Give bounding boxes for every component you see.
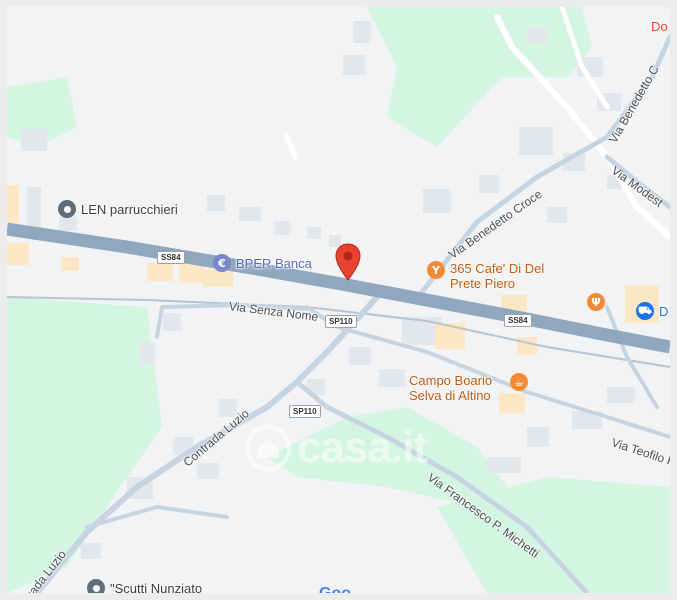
commercial-building bbox=[7, 185, 19, 223]
building bbox=[487, 457, 521, 473]
commercial-building bbox=[147, 263, 173, 281]
building bbox=[59, 217, 77, 231]
building bbox=[139, 343, 155, 365]
poi-scutti-nunziato[interactable]: "Scutti Nunziato bbox=[87, 579, 203, 596]
building bbox=[607, 387, 635, 403]
building bbox=[27, 187, 41, 227]
poi-restaurant[interactable]: Ψ bbox=[587, 293, 605, 311]
building bbox=[519, 127, 553, 155]
building bbox=[81, 543, 101, 559]
commercial-building bbox=[517, 337, 537, 355]
poi-bper-banca[interactable]: € BPER Banca bbox=[213, 254, 312, 272]
road-shield-ss84: SS84 bbox=[504, 314, 532, 327]
shopping-cart-icon: ⛟ bbox=[636, 302, 654, 320]
building bbox=[343, 55, 365, 75]
building bbox=[479, 175, 499, 193]
poi-shop[interactable]: ⛟ D bbox=[636, 302, 668, 320]
poi-label: 365 Cafe' Di Del Prete Piero bbox=[450, 261, 545, 291]
road-shield-sp110: SP110 bbox=[289, 405, 321, 418]
map-canvas[interactable] bbox=[7, 7, 670, 593]
building bbox=[547, 207, 567, 223]
road-shield-sp110: SP110 bbox=[325, 315, 357, 328]
building bbox=[379, 369, 405, 387]
building bbox=[527, 27, 547, 43]
building bbox=[239, 207, 261, 221]
map-viewport[interactable]: LEN parrucchieri € BPER Banca Y 365 Cafe… bbox=[0, 0, 677, 600]
euro-icon: € bbox=[213, 254, 231, 272]
poi-campo-boario[interactable]: ☕ Campo Boario Selva di Altino bbox=[409, 373, 528, 403]
poi-label: Campo Boario Selva di Altino bbox=[409, 373, 493, 403]
building bbox=[349, 347, 371, 365]
poi-label-partial-top-right: Do bbox=[651, 19, 668, 34]
commercial-building bbox=[179, 263, 203, 283]
casa-it-watermark: casa.it bbox=[245, 423, 428, 473]
poi-label: "Scutti Nunziato bbox=[110, 580, 203, 596]
poi-label: BPER Banca bbox=[236, 255, 312, 271]
building bbox=[307, 227, 321, 239]
commercial-building bbox=[61, 257, 79, 271]
poi-len-parrucchieri[interactable]: LEN parrucchieri bbox=[58, 200, 178, 218]
google-logo-partial: Goo bbox=[319, 585, 351, 600]
road-shield-ss84: SS84 bbox=[157, 251, 185, 264]
building bbox=[21, 129, 47, 151]
location-icon bbox=[58, 200, 76, 218]
poi-label: LEN parrucchieri bbox=[81, 201, 178, 217]
location-icon bbox=[87, 579, 105, 593]
bar-cocktail-icon: Y bbox=[427, 261, 445, 279]
commercial-building bbox=[7, 243, 29, 265]
building bbox=[163, 313, 181, 331]
fork-knife-icon: Ψ bbox=[587, 293, 605, 311]
building bbox=[527, 427, 549, 447]
cafe-cup-icon: ☕ bbox=[510, 373, 528, 391]
house-icon bbox=[245, 425, 291, 471]
poi-365-cafe[interactable]: Y 365 Cafe' Di Del Prete Piero bbox=[427, 261, 560, 291]
watermark-text: casa.it bbox=[297, 423, 428, 472]
building bbox=[197, 463, 219, 479]
building bbox=[275, 221, 291, 235]
building bbox=[353, 21, 371, 43]
poi-label-partial: D bbox=[659, 303, 669, 319]
location-pin-icon[interactable] bbox=[335, 243, 361, 281]
building bbox=[423, 189, 451, 213]
building bbox=[207, 195, 225, 211]
